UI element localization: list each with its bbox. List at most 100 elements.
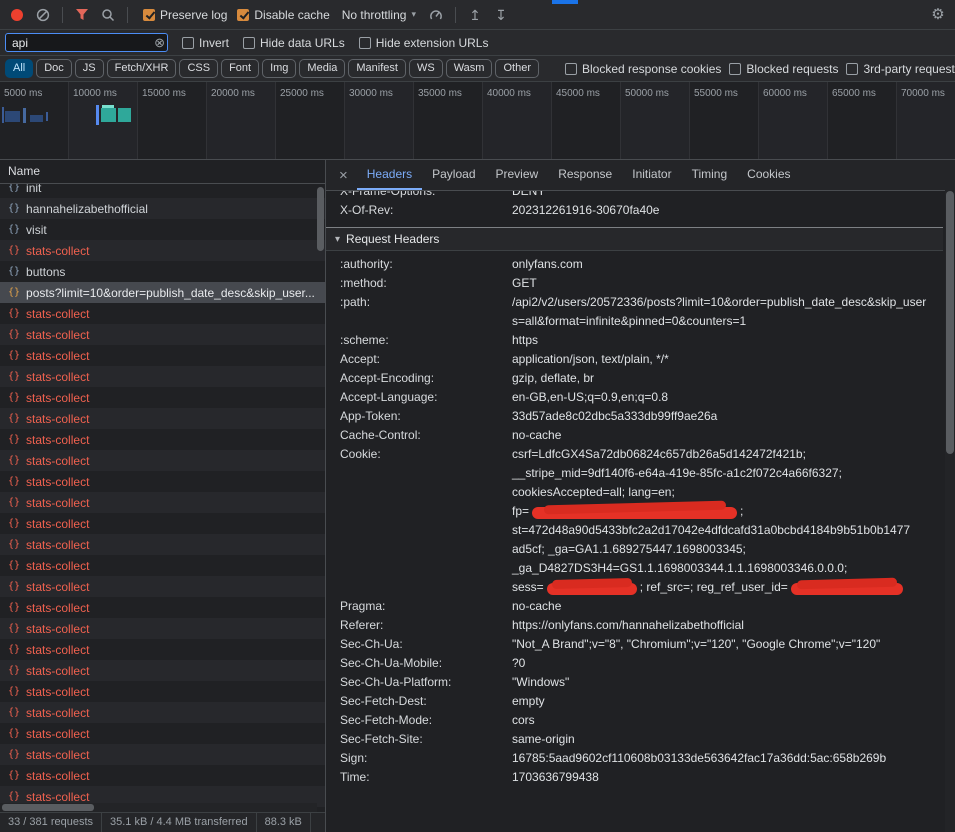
request-row[interactable]: stats-collect [0,513,325,534]
request-row[interactable]: stats-collect [0,240,325,261]
request-row[interactable]: stats-collect [0,324,325,345]
timeline-tick-label: 30000 ms [349,88,393,99]
request-headers-rows: :authority: onlyfans.com :method: GET :p… [326,255,943,445]
request-row[interactable]: stats-collect [0,660,325,681]
checkbox-icon [729,63,741,75]
details-tab[interactable]: Payload [422,160,485,190]
invert-checkbox[interactable]: Invert [182,36,229,50]
request-row[interactable]: stats-collect [0,408,325,429]
export-har-button[interactable]: ↧ [489,3,513,27]
filter-input-wrap: ⊗ [5,33,168,52]
request-row[interactable]: posts?limit=10&order=publish_date_desc&s… [0,282,325,303]
details-tab[interactable]: Cookies [737,160,800,190]
hide-extension-urls-checkbox[interactable]: Hide extension URLs [359,36,489,50]
type-filter-chip[interactable]: CSS [179,59,218,78]
braces-icon [8,203,20,214]
request-row[interactable]: stats-collect [0,366,325,387]
request-row[interactable]: stats-collect [0,744,325,765]
throttling-select[interactable]: No throttling ▾ [342,8,416,22]
type-filter-chip[interactable]: WS [409,59,443,78]
third-party-requests-checkbox[interactable]: 3rd-party requests [846,62,955,76]
details-tab[interactable]: Preview [486,160,549,190]
cookie-line: st=472d48a90d5433bfc2a2d17042e4dfdcafd31… [512,521,929,540]
scrollbar-thumb[interactable] [2,804,94,811]
request-row[interactable]: stats-collect [0,345,325,366]
request-row[interactable]: init [0,184,325,198]
request-name: stats-collect [26,685,89,699]
request-row[interactable]: stats-collect [0,639,325,660]
request-row[interactable]: stats-collect [0,723,325,744]
request-name: posts?limit=10&order=publish_date_desc&s… [26,286,315,300]
request-row[interactable]: stats-collect [0,387,325,408]
scrollbar-thumb[interactable] [317,187,324,251]
header-name: Referer: [326,616,512,635]
type-filter-chip[interactable]: Wasm [446,59,493,78]
request-row[interactable]: stats-collect [0,597,325,618]
blocked-response-cookies-checkbox[interactable]: Blocked response cookies [565,62,721,76]
type-filter-chip[interactable]: All [5,59,33,78]
request-row[interactable]: stats-collect [0,303,325,324]
request-row[interactable]: stats-collect [0,471,325,492]
name-column-header[interactable]: Name [0,160,325,184]
request-name: stats-collect [26,769,89,783]
details-tab[interactable]: Initiator [622,160,681,190]
braces-icon [8,623,20,634]
type-filter-chip[interactable]: Font [221,59,259,78]
record-button[interactable] [5,3,29,27]
request-list-hscrollbar[interactable] [0,803,317,812]
scrollbar-thumb[interactable] [946,191,954,454]
filter-input[interactable] [5,33,168,52]
request-row[interactable]: stats-collect [0,534,325,555]
request-row[interactable]: hannahelizabethofficial [0,198,325,219]
header-value: ?0 [512,654,943,673]
request-list-scrollbar[interactable] [316,185,325,802]
close-details-icon[interactable]: × [330,167,357,184]
request-row[interactable]: stats-collect [0,702,325,723]
braces-icon [8,266,20,277]
request-row[interactable]: stats-collect [0,681,325,702]
request-row[interactable]: stats-collect [0,576,325,597]
type-filter-chip[interactable]: Manifest [348,59,406,78]
type-filter-chip[interactable]: Doc [36,59,72,78]
details-scrollbar[interactable] [945,190,955,832]
request-row[interactable]: stats-collect [0,618,325,639]
timeline-overview[interactable]: 5000 ms 10000 ms 15000 ms 20000 ms 25000… [0,82,955,160]
details-tab[interactable]: Timing [682,160,738,190]
request-headers-title: Request Headers [346,232,439,246]
details-tab[interactable]: Response [548,160,622,190]
request-row[interactable]: stats-collect [0,450,325,471]
request-row[interactable]: stats-collect [0,492,325,513]
request-row[interactable]: buttons [0,261,325,282]
preserve-log-checkbox[interactable]: Preserve log [143,8,227,22]
search-icon [101,8,115,22]
braces-icon [8,245,20,256]
type-filter-chip[interactable]: JS [75,59,104,78]
request-headers-section[interactable]: ▾ Request Headers [326,227,943,251]
type-filter-chip[interactable]: Media [299,59,345,78]
braces-icon [8,539,20,550]
network-conditions-button[interactable] [424,3,448,27]
header-name: Sign: [326,749,512,768]
hide-data-urls-checkbox[interactable]: Hide data URLs [243,36,345,50]
type-filter-chip[interactable]: Fetch/XHR [107,59,177,78]
filter-button[interactable] [70,3,94,27]
request-row[interactable]: stats-collect [0,555,325,576]
settings-button[interactable]: ⚙ [926,3,950,27]
import-har-button[interactable]: ↥ [463,3,487,27]
braces-icon [8,392,20,403]
type-filter-chip[interactable]: Img [262,59,296,78]
type-filter-chip[interactable]: Other [495,59,539,78]
header-value: GET [512,274,943,293]
blocked-requests-checkbox[interactable]: Blocked requests [729,62,838,76]
request-row[interactable]: stats-collect [0,429,325,450]
details-tab[interactable]: Headers [357,160,422,190]
clear-filter-icon[interactable]: ⊗ [154,35,165,51]
checkbox-icon [359,37,371,49]
request-row[interactable]: visit [0,219,325,240]
clear-button[interactable] [31,3,55,27]
request-row[interactable]: stats-collect [0,765,325,786]
timeline-tick-label: 45000 ms [556,88,600,99]
disable-cache-checkbox[interactable]: Disable cache [237,8,329,22]
request-name: stats-collect [26,517,89,531]
search-button[interactable] [96,3,120,27]
